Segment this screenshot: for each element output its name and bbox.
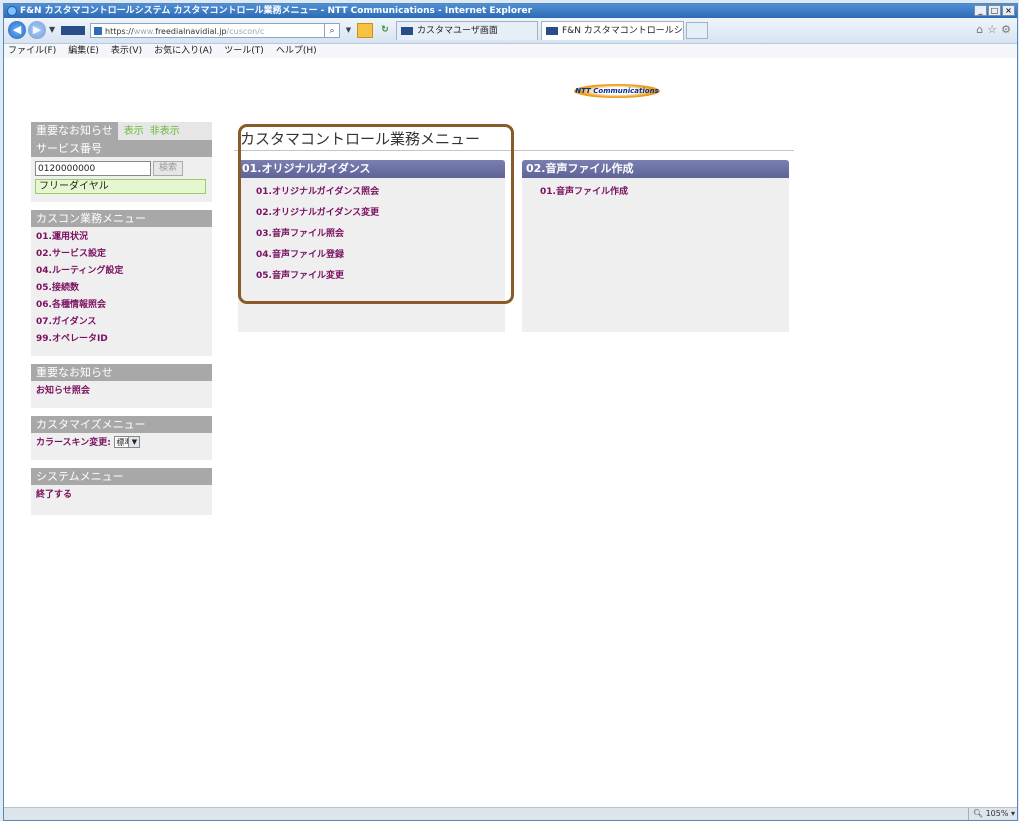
page-content: NTT Communications 重要なお知らせ 表示 非表示 サービス番号 0… xyxy=(4,58,1017,808)
chevron-down-icon: ▼ xyxy=(128,437,140,447)
sidebar: 重要なお知らせ 表示 非表示 サービス番号 0120000000 検索 フリーダイヤル… xyxy=(31,122,212,515)
notice2-header: 重要なお知らせ xyxy=(31,364,212,381)
search-button[interactable]: 検索 xyxy=(153,161,183,176)
sidebar-item-routing-settings[interactable]: 04.ルーティング設定 xyxy=(35,263,206,280)
sidebar-item-service-settings[interactable]: 02.サービス設定 xyxy=(35,246,206,263)
new-tab-button[interactable] xyxy=(686,22,708,39)
tab-label: カスタマユーザ画面 xyxy=(417,26,498,36)
notice-show-link[interactable]: 表示 xyxy=(124,126,144,137)
panel-header: 02.音声ファイル作成 xyxy=(522,160,789,178)
tab-favicon xyxy=(546,27,558,35)
sidebar-item-operation-status[interactable]: 01.運用状況 xyxy=(35,229,206,246)
skin-label: カラースキン変更: xyxy=(36,438,111,448)
tab-favicon xyxy=(401,27,413,35)
ie-icon xyxy=(7,6,17,16)
service-number-box: 0120000000 検索 フリーダイヤル xyxy=(31,157,212,202)
notice-title: 重要なお知らせ xyxy=(31,122,118,140)
maximize-button[interactable]: □ xyxy=(988,5,1001,16)
highlight-box xyxy=(238,124,514,304)
window-title: F&N カスタマコントロールシステム カスタマコントロール業務メニュー - NT… xyxy=(20,6,533,16)
address-www: www. xyxy=(133,27,156,36)
service-number-input[interactable]: 0120000000 xyxy=(35,161,151,176)
tab-label: F&N カスタマコントロールシ... xyxy=(562,26,684,36)
zoom-icon: 🔍︎ xyxy=(972,809,984,818)
sidebar-item-connections[interactable]: 05.接続数 xyxy=(35,280,206,297)
address-bar[interactable]: https://www.freedialnavidial.jp/cuscon/c xyxy=(90,23,340,38)
menu-bar: ファイル(F) 編集(E) 表示(V) お気に入り(A) ツール(T) ヘルプ(H) xyxy=(4,44,1017,58)
cuscon-menu: 01.運用状況 02.サービス設定 04.ルーティング設定 05.接続数 06.… xyxy=(31,227,212,356)
navigation-bar: ◀ ▶ ▼ https://www.freedialnavidial.jp/cu… xyxy=(4,18,1017,44)
sidebar-item-guidance[interactable]: 07.ガイダンス xyxy=(35,314,206,331)
tab-customer-user[interactable]: カスタマユーザ画面 xyxy=(396,21,538,40)
status-bar: 🔍︎ 105% ▾ xyxy=(4,807,1017,820)
home-icon[interactable]: ⌂ xyxy=(976,23,987,36)
customize-menu-header: カスタマイズメニュー xyxy=(31,416,212,433)
https-icon xyxy=(94,27,102,35)
address-dropdown-icon[interactable]: ▼ xyxy=(342,23,355,38)
menu-help[interactable]: ヘルプ(H) xyxy=(276,46,317,56)
address-prefix: https:// xyxy=(105,27,134,36)
system-menu: 終了する xyxy=(31,485,212,515)
menu-file[interactable]: ファイル(F) xyxy=(8,46,56,56)
minimize-button[interactable]: _ xyxy=(974,5,987,16)
exit-link[interactable]: 終了する xyxy=(35,487,206,504)
close-window-button[interactable]: × xyxy=(1002,5,1015,16)
toolbar-right-icons: ⌂☆⚙ xyxy=(976,23,1015,36)
customize-menu: カラースキン変更: 標準 ▼ xyxy=(31,433,212,460)
history-dropdown-icon[interactable]: ▼ xyxy=(49,25,55,34)
skin-select[interactable]: 標準 ▼ xyxy=(114,436,141,448)
panel-audio-file-creation: 02.音声ファイル作成 01.音声ファイル作成 xyxy=(522,160,789,332)
forward-icon[interactable]: ▶ xyxy=(28,21,46,39)
service-number-header: サービス番号 xyxy=(31,140,212,157)
notice-header: 重要なお知らせ 表示 非表示 xyxy=(31,122,212,140)
menu-view[interactable]: 表示(V) xyxy=(111,46,142,56)
zoom-value: 105% xyxy=(985,809,1009,818)
notice-hide-link[interactable]: 非表示 xyxy=(150,126,180,137)
menu-favorites[interactable]: お気に入り(A) xyxy=(154,46,212,56)
notice-inquiry-link[interactable]: お知らせ照会 xyxy=(35,383,206,400)
ntt-logo: NTT Communications xyxy=(574,84,660,98)
logo-text: NTT Communications xyxy=(575,87,659,95)
search-icon[interactable]: ⌕ xyxy=(324,23,340,38)
link-audio-file-create[interactable]: 01.音声ファイル作成 xyxy=(522,186,789,199)
sidebar-item-info-inquiry[interactable]: 06.各種情報照会 xyxy=(35,297,206,314)
service-type-badge: フリーダイヤル xyxy=(35,179,206,194)
browser-window: F&N カスタマコントロールシステム カスタマコントロール業務メニュー - NT… xyxy=(3,3,1018,821)
zoom-level[interactable]: 🔍︎ 105% ▾ xyxy=(967,808,1015,820)
address-path: /cuscon/c xyxy=(226,27,265,36)
lock-icon[interactable] xyxy=(357,23,373,38)
sidebar-item-operator-id[interactable]: 99.オペレータID xyxy=(35,331,206,348)
favorites-icon[interactable]: ☆ xyxy=(987,23,1001,36)
tools-icon[interactable]: ⚙ xyxy=(1001,23,1015,36)
refresh-icon[interactable]: ↻ xyxy=(377,23,393,38)
notice2-box: お知らせ照会 xyxy=(31,381,212,408)
address-host: freedialnavidial.jp xyxy=(155,27,227,36)
menu-edit[interactable]: 編集(E) xyxy=(68,46,99,56)
back-icon[interactable]: ◀ xyxy=(8,21,26,39)
cuscon-menu-header: カスコン業務メニュー xyxy=(31,210,212,227)
title-bar: F&N カスタマコントロールシステム カスタマコントロール業務メニュー - NT… xyxy=(4,4,1017,18)
system-menu-header: システムメニュー xyxy=(31,468,212,485)
menu-tools[interactable]: ツール(T) xyxy=(224,46,264,56)
tab-fn-customer-control[interactable]: F&N カスタマコントロールシ...× xyxy=(541,21,684,40)
site-icon xyxy=(61,26,85,35)
